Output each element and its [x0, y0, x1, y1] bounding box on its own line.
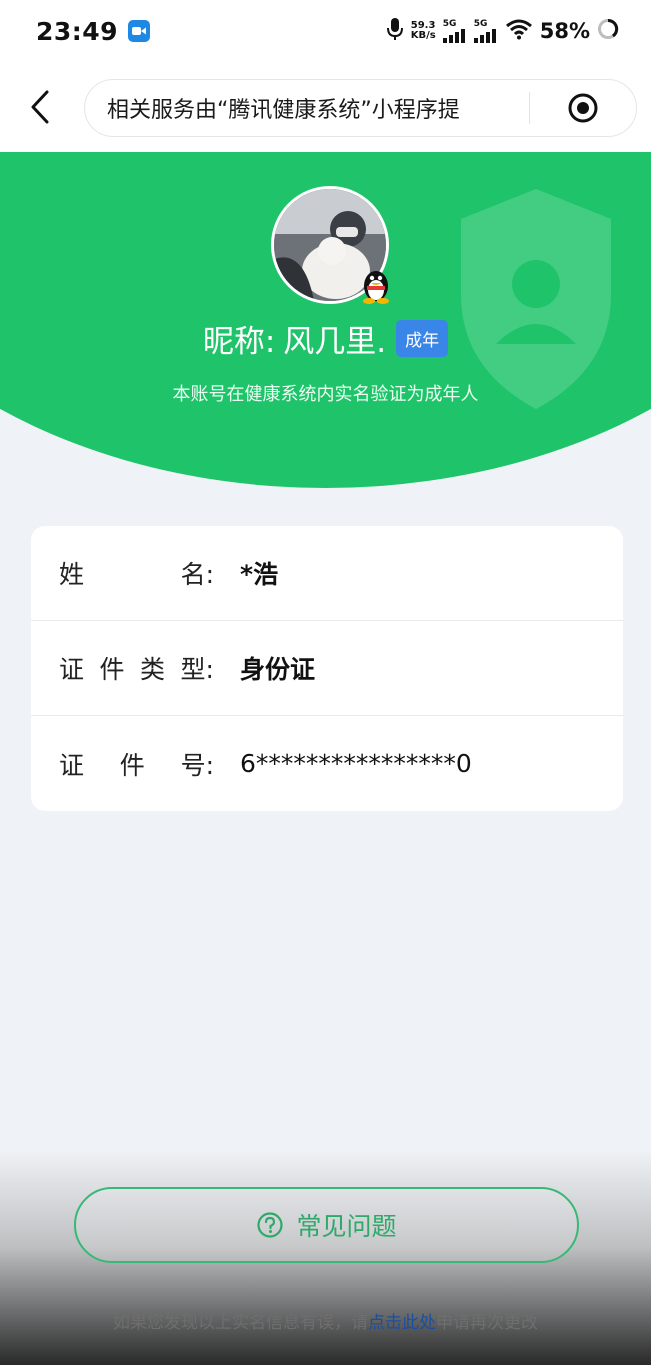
footer-suffix: 申请再次更改 [436, 1313, 538, 1333]
info-value-id-type: 身份证 [240, 655, 316, 684]
label-char: 类 [140, 655, 166, 684]
info-value-id-number: 6****************0 [240, 749, 472, 778]
verification-text: 本账号在健康系统内实名验证为成年人 [172, 384, 479, 405]
identity-info-card: 姓 名: *浩 证 件 类 型: 身份证 证 件 号: 6***********… [31, 526, 623, 811]
label-char: 证 [59, 655, 85, 684]
sim2-label: 5G [473, 18, 488, 29]
label-char: 名: [180, 560, 214, 589]
info-row-id-type: 证 件 类 型: 身份证 [31, 621, 623, 716]
status-right: 59.3 KB/s 5G 5G 58% [386, 17, 619, 45]
page: 23:49 59.3 KB/s 5G 5G 58% 相关服务由“腾讯健康系统”小… [0, 0, 651, 1365]
label-char: 号: [180, 750, 214, 780]
status-bar: 23:49 59.3 KB/s 5G 5G 58% [0, 0, 651, 62]
status-left: 23:49 [36, 16, 151, 46]
record-button[interactable] [530, 80, 636, 136]
network-speed: 59.3 KB/s [411, 21, 436, 41]
label-char: 件 [99, 655, 125, 684]
info-label: 证 件 号: [59, 746, 214, 782]
nickname: 风几里. [283, 324, 387, 360]
service-title: 相关服务由“腾讯健康系统”小程序提 [107, 98, 460, 123]
signal-icon [442, 28, 465, 43]
battery-percent: 58% [539, 19, 590, 43]
info-row-id-number: 证 件 号: 6****************0 [31, 716, 623, 811]
nickname-row: 昵称: 风几里. 成年 [0, 316, 651, 361]
footer-note: 如果您发现以上实名信息有误，请点击此处申请再次更改 [0, 1308, 651, 1333]
faq-label: 常见问题 [296, 1212, 397, 1241]
footer-prefix: 如果您发现以上实名信息有误，请 [113, 1313, 368, 1333]
info-label: 证 件 类 型: [59, 650, 214, 686]
nickname-label: 昵称: [202, 324, 276, 360]
sim2-signal: 5G [473, 18, 498, 43]
video-call-icon [128, 20, 151, 42]
target-icon [568, 93, 598, 123]
chevron-left-icon [31, 90, 49, 124]
service-title-capsule[interactable]: 相关服务由“腾讯健康系统”小程序提 [84, 79, 637, 137]
battery-icon [597, 18, 619, 44]
info-label: 姓 名: [59, 555, 214, 591]
wifi-icon [505, 18, 533, 44]
info-value-name: *浩 [240, 560, 279, 589]
label-char: 证 [59, 750, 85, 780]
microphone-icon [386, 17, 404, 45]
profile-header: 昵称: 风几里. 成年 本账号在健康系统内实名验证为成年人 [0, 152, 651, 488]
status-time: 23:49 [36, 16, 119, 46]
network-speed-unit: KB/s [410, 30, 436, 41]
signal-icon [473, 28, 496, 43]
sim1-label: 5G [442, 18, 457, 29]
avatar-wrap [271, 186, 389, 304]
correction-link[interactable]: 点击此处 [368, 1313, 436, 1333]
question-circle-icon [257, 1212, 284, 1238]
info-row-name: 姓 名: *浩 [31, 526, 623, 621]
label-char: 姓 [59, 560, 85, 589]
nav-bar: 相关服务由“腾讯健康系统”小程序提 [0, 62, 651, 152]
label-char: 件 [119, 750, 145, 780]
back-button[interactable] [22, 87, 58, 127]
sim1-signal: 5G [442, 18, 467, 43]
faq-button[interactable]: 常见问题 [74, 1187, 579, 1263]
penguin-icon [359, 264, 393, 304]
label-char: 型: [180, 655, 214, 684]
age-badge: 成年 [396, 320, 449, 357]
